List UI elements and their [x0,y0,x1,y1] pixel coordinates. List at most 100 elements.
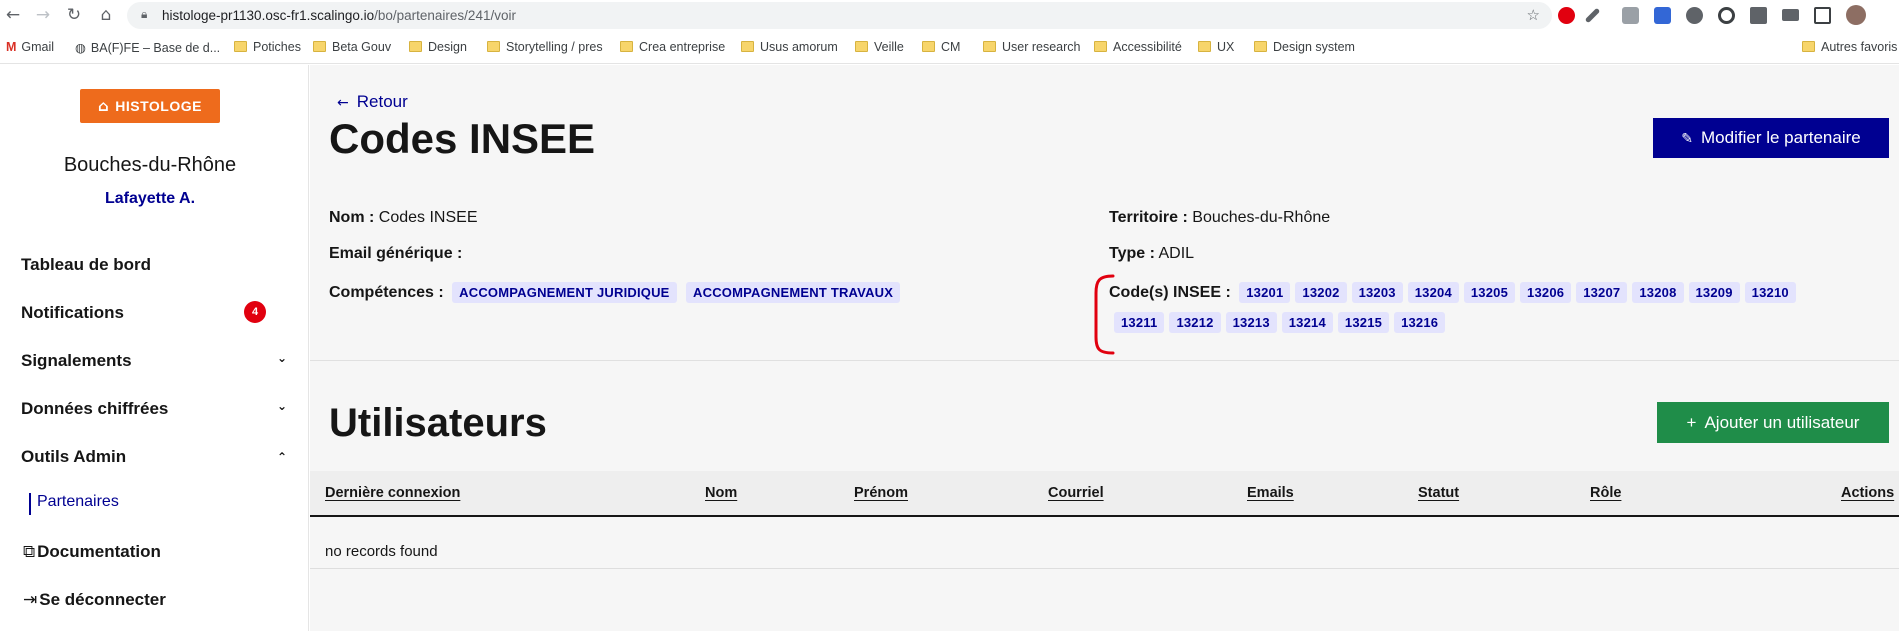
bookmark-folder[interactable]: UX [1198,40,1234,54]
folder-icon [409,41,422,52]
wordpress-extension-icon[interactable] [1686,7,1703,24]
sidebar-item-logout[interactable]: ⇥ Se déconnecter [23,590,283,610]
external-link-icon: ⧉ [23,542,36,562]
field-nom: Nom : Codes INSEE [329,209,478,226]
puzzle-extensions-icon[interactable] [1750,7,1767,24]
insee-code-tag: 13203 [1351,282,1403,303]
bookmark-other-favorites[interactable]: Autres favoris [1802,40,1897,54]
opera-extension-icon[interactable] [1558,7,1575,24]
bookmark-folder[interactable]: Beta Gouv [313,40,391,54]
plus-icon: + [1686,413,1697,432]
column-statut[interactable]: Statut [1418,485,1459,501]
insee-code-tag: 13202 [1295,282,1347,303]
sidebar-item-documentation[interactable]: ⧉ Documentation [23,542,283,562]
forward-arrow-icon[interactable]: → [32,4,54,26]
field-email: Email générique : [329,245,463,262]
column-last-login[interactable]: Dernière connexion [325,485,460,501]
column-actions[interactable]: Actions [1841,485,1894,501]
bookmark-folder[interactable]: CM [922,40,960,54]
sidebar-item-notifications[interactable]: Notifications 4 [21,301,281,323]
insee-code-tag: 13213 [1225,312,1277,333]
camera-extension-icon[interactable] [1622,7,1639,24]
sidebar-item-dashboard[interactable]: Tableau de bord [21,255,281,275]
bookmark-folder[interactable]: Storytelling / pres [487,40,603,54]
gmail-icon: M [6,40,17,54]
sidebar-item-partners[interactable]: Partenaires [29,493,119,515]
logout-icon: ⇥ [23,590,38,610]
bookmark-folder[interactable]: User research [983,40,1081,54]
insee-code-tag: 13210 [1744,282,1796,303]
insee-code-tag: 13209 [1688,282,1740,303]
folder-icon [922,41,935,52]
folder-icon [741,41,754,52]
bookmark-folder[interactable]: Crea entreprise [620,40,725,54]
users-table-header: Dernière connexion Nom Prénom Courriel E… [310,471,1899,517]
side-panel-icon[interactable] [1814,7,1831,24]
bookmark-gmail[interactable]: M Gmail [6,40,54,54]
folder-icon [1802,41,1815,52]
insee-code-tag: 13212 [1169,312,1221,333]
competence-tag: ACCOMPAGNEMENT JURIDIQUE [452,282,677,303]
address-bar[interactable]: 🔒︎ histologe-pr1130.osc-fr1.scalingo.io/… [127,2,1552,29]
media-queue-icon[interactable] [1782,9,1799,21]
folder-icon [855,41,868,52]
column-role[interactable]: Rôle [1590,485,1621,501]
bookmark-folder[interactable]: Usus amorum [741,40,838,54]
back-link[interactable]: ← Retour [337,92,408,112]
folder-icon [487,41,500,52]
profile-avatar[interactable] [1846,5,1866,25]
insee-code-tag: 13205 [1463,282,1516,303]
field-competences: Compétences : ACCOMPAGNEMENT JURIDIQUE A… [329,282,905,303]
pencil-icon: ✎ [1681,131,1694,147]
table-row-divider [310,568,1899,569]
column-prenom[interactable]: Prénom [854,485,908,501]
field-insee-codes: Code(s) INSEE : 13201 13202 13203 13204 1320… [1109,282,1801,303]
bookmark-folder[interactable]: Design [409,40,467,54]
bookmark-star-icon[interactable]: ☆ [1527,6,1540,24]
empty-table-message: no records found [325,543,438,560]
bookmark-baffe[interactable]: ◍ BA(F)FE – Base de d... [75,40,220,55]
chevron-down-icon: ⌄ [276,399,287,413]
arrow-left-icon: ← [337,95,349,111]
globe-icon: ◍ [75,40,86,55]
bookmark-folder[interactable]: Accessibilité [1094,40,1182,54]
home-icon[interactable]: ⌂ [95,4,117,26]
column-emails[interactable]: Emails [1247,485,1294,501]
bookmark-folder[interactable]: Potiches [234,40,301,54]
folder-icon [234,41,247,52]
sidebar-item-admin-tools[interactable]: Outils Admin ⌃ [21,447,287,467]
competence-tag: ACCOMPAGNEMENT TRAVAUX [686,282,901,303]
bookmark-folder[interactable]: Veille [855,40,904,54]
page-title: Codes INSEE [329,115,596,162]
edit-partner-button[interactable]: ✎ Modifier le partenaire [1653,118,1889,158]
insee-code-tag: 13211 [1114,312,1165,333]
add-user-button[interactable]: + Ajouter un utilisateur [1657,402,1889,443]
insee-code-tag: 13204 [1407,282,1459,303]
insee-code-tag: 13214 [1281,312,1333,333]
territory-name: Bouches-du-Rhône [63,154,237,176]
folder-icon [620,41,633,52]
bookmarks-bar: M Gmail ◍ BA(F)FE – Base de d... Potiches … [0,33,1899,64]
reload-icon[interactable]: ↻ [63,4,85,26]
shield-extension-icon[interactable] [1654,7,1671,24]
chevron-down-icon: ⌄ [276,351,287,365]
main-content: ← Retour Codes INSEE ✎ Modifier le partena… [310,65,1899,631]
insee-code-tag: 13207 [1576,282,1628,303]
field-type: Type : ADIL [1109,245,1195,262]
column-nom[interactable]: Nom [705,485,737,501]
field-insee-codes-row-2: 13211 13212 13213 13214 13215 13216 [1114,312,1450,333]
browser-toolbar: ← → ↻ ⌂ 🔒︎ histologe-pr1130.osc-fr1.scal… [0,0,1899,31]
sidebar-item-signalements[interactable]: Signalements ⌄ [21,351,287,371]
column-courriel[interactable]: Courriel [1048,485,1104,501]
users-section-title: Utilisateurs [329,401,547,445]
chevron-up-icon: ⌃ [276,450,287,464]
sidebar-item-statistics[interactable]: Données chiffrées ⌄ [21,399,287,419]
back-arrow-icon[interactable]: ← [2,4,24,26]
lock-icon: 🔒︎ [141,7,148,21]
refresh-extension-icon[interactable] [1718,7,1735,24]
folder-icon [1094,41,1107,52]
histologe-logo[interactable]: ⌂ HISTOLOGE [80,89,220,123]
eyedropper-extension-icon[interactable] [1584,7,1601,24]
folder-icon [313,41,326,52]
bookmark-folder[interactable]: Design system [1254,40,1355,54]
